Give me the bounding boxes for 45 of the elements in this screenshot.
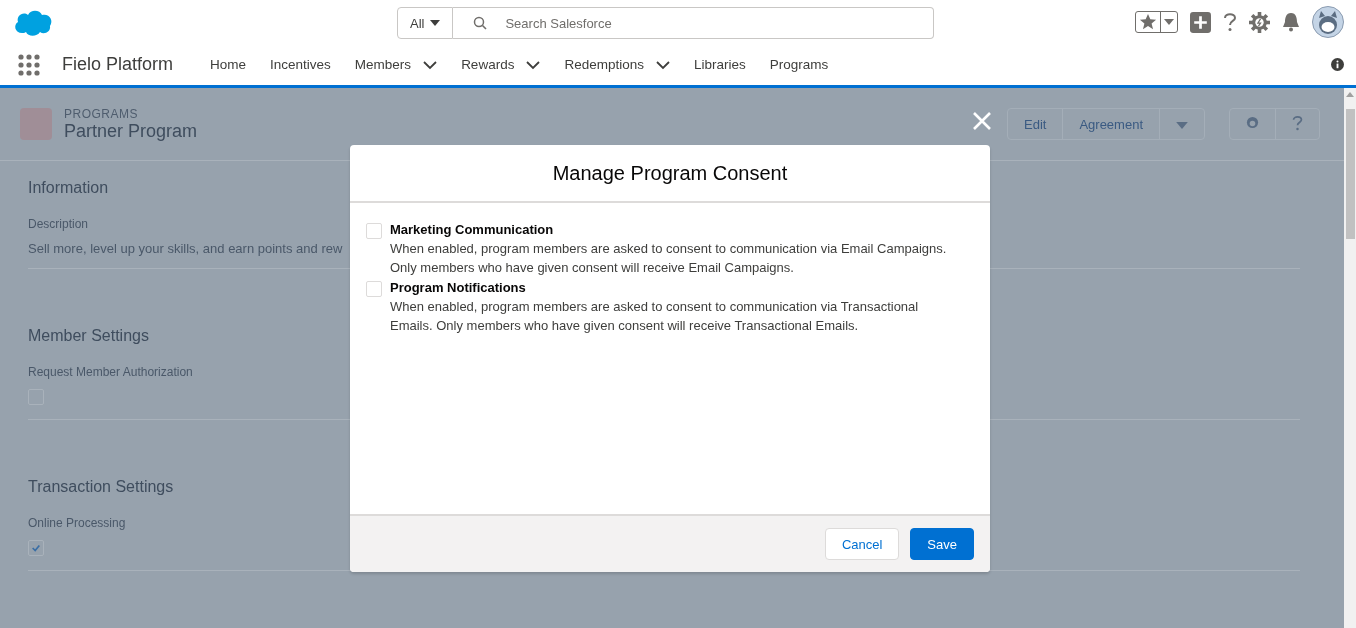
nav-tab[interactable]: Home (201, 57, 256, 72)
caret-down-icon (430, 20, 441, 26)
field-label: Request Member Authorization (28, 365, 193, 379)
option-label: Program Notifications (390, 279, 527, 297)
record-title: Partner Program (64, 120, 198, 142)
star-icon (1139, 13, 1157, 31)
search-scope-dropdown[interactable]: All (397, 7, 454, 39)
app-launcher-icon[interactable] (18, 53, 40, 76)
dialog-title: Manage Program Consent (350, 145, 990, 203)
section-title: Member Settings (28, 327, 149, 345)
help-icon (1292, 114, 1303, 131)
caret-down-icon (1164, 19, 1174, 25)
scrollbar-thumb[interactable] (1345, 109, 1355, 239)
field-value: Sell more, level up your skills, and earn points and rew (28, 241, 343, 256)
option-description: When enabled, program members are asked to consent to communication via Email Campaigns. Only members who have given consent will receive Email Campaigns. (390, 240, 948, 277)
add-icon[interactable] (1190, 11, 1211, 33)
save-button[interactable]: Save (910, 528, 974, 560)
nav-tab[interactable]: Libraries (684, 57, 755, 72)
field-label: Online Processing (28, 516, 126, 530)
caret-down-icon (1176, 121, 1188, 129)
search-field[interactable]: Search Salesforce (453, 7, 934, 39)
nav-tab[interactable]: Programs (760, 57, 838, 72)
face-icon (1246, 116, 1259, 129)
settings-icon[interactable] (1249, 11, 1270, 33)
help-icon[interactable] (1223, 12, 1237, 32)
scroll-up-icon[interactable] (1346, 92, 1354, 97)
nav-tab[interactable]: Members (345, 57, 447, 72)
nav-tab[interactable]: Rewards (452, 57, 550, 72)
section-title: Information (28, 179, 109, 197)
favorites-button[interactable] (1135, 11, 1178, 33)
avatar-icon[interactable] (1312, 6, 1344, 38)
notifications-bell-icon[interactable] (1282, 12, 1300, 32)
app-name: Fielo Platform (62, 54, 174, 75)
nav-tab[interactable]: Redemptions (555, 57, 679, 72)
info-icon[interactable] (1331, 58, 1344, 71)
cancel-button[interactable]: Cancel (824, 528, 900, 560)
checkbox[interactable] (366, 281, 382, 297)
option-description: When enabled, program members are asked to consent to communication via Transactional Emails. Only members who have given consent will receive Transactional Emails. (390, 298, 920, 335)
checkbox[interactable] (366, 223, 382, 239)
object-type-label: PROGRAMS (64, 106, 139, 121)
field-label: Description (28, 217, 89, 231)
nav-tab[interactable]: Incentives (261, 57, 340, 72)
section-title: Transaction Settings (28, 478, 174, 496)
close-button[interactable] (972, 111, 992, 131)
option-label: Marketing Communication (390, 221, 555, 239)
